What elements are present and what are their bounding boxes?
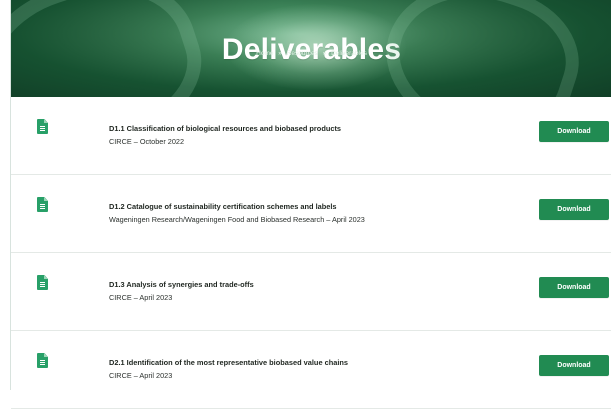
breadcrumb: Home » Resources » Deliverables [11,50,611,57]
breadcrumb-current-page: Deliverables [331,50,367,57]
download-button[interactable]: Download [539,277,609,298]
breadcrumb-separator: » [322,50,327,57]
deliverable-meta: CIRCE – April 2023 [109,293,173,302]
breadcrumb-resources-link[interactable]: Resources [287,50,318,57]
deliverable-item-d1-1: D1.1 Classification of biological resour… [11,97,611,175]
document-icon [37,197,48,212]
deliverables-list: D1.1 Classification of biological resour… [11,97,611,409]
deliverable-meta: CIRCE – October 2022 [109,137,185,146]
document-icon [37,275,48,290]
deliverable-title: D1.2 Catalogue of sustainability certifi… [109,202,337,211]
document-icon [37,119,48,134]
deliverable-title: D2.1 Identification of the most represen… [109,358,349,367]
breadcrumb-separator: » [278,50,282,57]
breadcrumb-home-link[interactable]: Home [256,50,273,57]
download-button[interactable]: Download [539,199,609,220]
deliverable-title: D1.3 Analysis of synergies and trade-off… [109,280,254,289]
deliverable-meta: CIRCE – April 2023 [109,371,173,380]
deliverable-item-d1-2: D1.2 Catalogue of sustainability certifi… [11,175,611,253]
deliverable-item-d2-1: D2.1 Identification of the most represen… [11,331,611,409]
document-icon [37,353,48,368]
download-button[interactable]: Download [539,121,609,142]
deliverables-hero-banner: Deliverables Home » Resources » Delivera… [11,0,611,97]
deliverable-title: D1.1 Classification of biological resour… [109,124,342,133]
deliverable-meta: Wageningen Research/Wageningen Food and … [109,215,365,224]
page-frame: Deliverables Home » Resources » Delivera… [10,0,611,409]
deliverable-item-d1-3: D1.3 Analysis of synergies and trade-off… [11,253,611,331]
download-button[interactable]: Download [539,355,609,376]
